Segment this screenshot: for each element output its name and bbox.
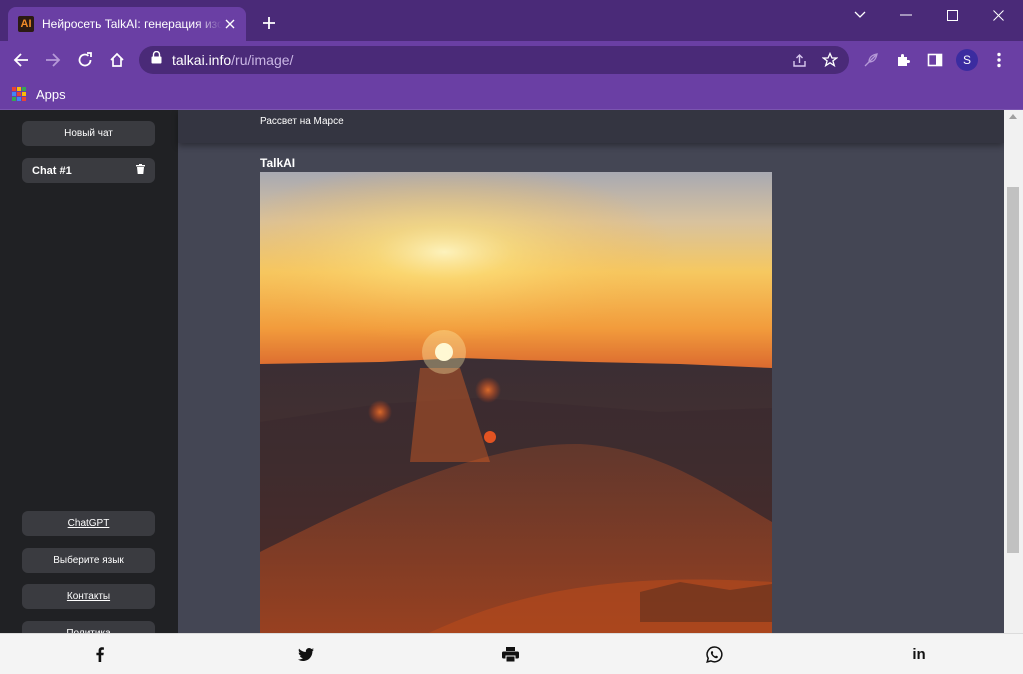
browser-menu-kebab-icon[interactable]: [988, 49, 1010, 71]
trash-icon[interactable]: [136, 164, 145, 177]
bookmark-apps-label: Apps: [36, 86, 66, 102]
language-label: Выберите язык: [53, 555, 124, 566]
bookmark-star-icon[interactable]: [820, 50, 840, 70]
extensions-puzzle-icon[interactable]: [892, 49, 914, 71]
scroll-thumb[interactable]: [1007, 187, 1019, 553]
new-chat-label: Новый чат: [64, 128, 113, 139]
page-scrollbar[interactable]: [1004, 110, 1023, 674]
user-prompt-row: Рассвет на Марсе: [178, 110, 1004, 143]
minimize-icon[interactable]: [892, 4, 920, 26]
close-window-icon[interactable]: [984, 4, 1012, 26]
chatgpt-link-button[interactable]: ChatGPT: [22, 511, 155, 536]
apps-grid-icon: [12, 87, 26, 101]
twitter-icon[interactable]: [296, 644, 316, 664]
tab-search-chevron-icon[interactable]: [846, 4, 874, 26]
profile-avatar[interactable]: S: [956, 49, 978, 71]
print-icon[interactable]: [500, 644, 520, 664]
forward-arrow-icon[interactable]: [42, 49, 64, 71]
language-select-button[interactable]: Выберите язык: [22, 548, 155, 573]
new-chat-button[interactable]: Новый чат: [22, 121, 155, 146]
whatsapp-icon[interactable]: [704, 644, 724, 664]
back-arrow-icon[interactable]: [10, 49, 32, 71]
user-prompt-text: Рассвет на Марсе: [260, 116, 344, 127]
sidebar: Новый чат Chat #1 ChatGPT Выберите язык …: [0, 110, 178, 674]
browser-tab-active[interactable]: AI Нейросеть TalkAI: генерация изображен…: [8, 7, 246, 41]
home-icon[interactable]: [106, 49, 128, 71]
facebook-icon[interactable]: [90, 644, 110, 664]
lock-icon: [151, 50, 162, 69]
address-url: talkai.info/ru/image/: [172, 52, 294, 68]
scroll-up-arrow-icon[interactable]: [1009, 114, 1017, 119]
chat-item-label: Chat #1: [32, 164, 72, 177]
share-page-icon[interactable]: [789, 50, 809, 70]
side-panel-icon[interactable]: [924, 49, 946, 71]
maximize-icon[interactable]: [938, 4, 966, 26]
browser-toolbar: talkai.info/ru/image/ S: [0, 41, 1023, 79]
tab-close-icon[interactable]: [222, 16, 238, 32]
page-viewport: Новый чат Chat #1 ChatGPT Выберите язык …: [0, 110, 1023, 674]
bookmark-apps[interactable]: Apps: [12, 83, 66, 105]
linkedin-icon[interactable]: in: [909, 644, 929, 664]
contacts-label: Контакты: [66, 591, 111, 602]
tab-title: Нейросеть TalkAI: генерация изображений: [42, 17, 222, 31]
sidebar-chat-item[interactable]: Chat #1: [22, 158, 155, 183]
browser-titlebar: AI Нейросеть TalkAI: генерация изображен…: [0, 0, 1023, 41]
reload-icon[interactable]: [74, 49, 96, 71]
new-tab-plus-icon[interactable]: [258, 12, 280, 34]
chat-main: Рассвет на Марсе TalkAI: [178, 110, 1004, 674]
bookmarks-bar: Apps: [0, 79, 1023, 110]
contacts-link-button[interactable]: Контакты: [22, 584, 155, 609]
share-bar: in: [0, 633, 1023, 674]
address-bar[interactable]: talkai.info/ru/image/: [139, 46, 849, 74]
extension-feather-icon[interactable]: [860, 49, 882, 71]
tab-favicon-icon: AI: [18, 16, 34, 32]
chatgpt-label: ChatGPT: [67, 518, 110, 529]
bot-name: TalkAI: [260, 156, 296, 170]
generated-image[interactable]: [260, 172, 772, 642]
